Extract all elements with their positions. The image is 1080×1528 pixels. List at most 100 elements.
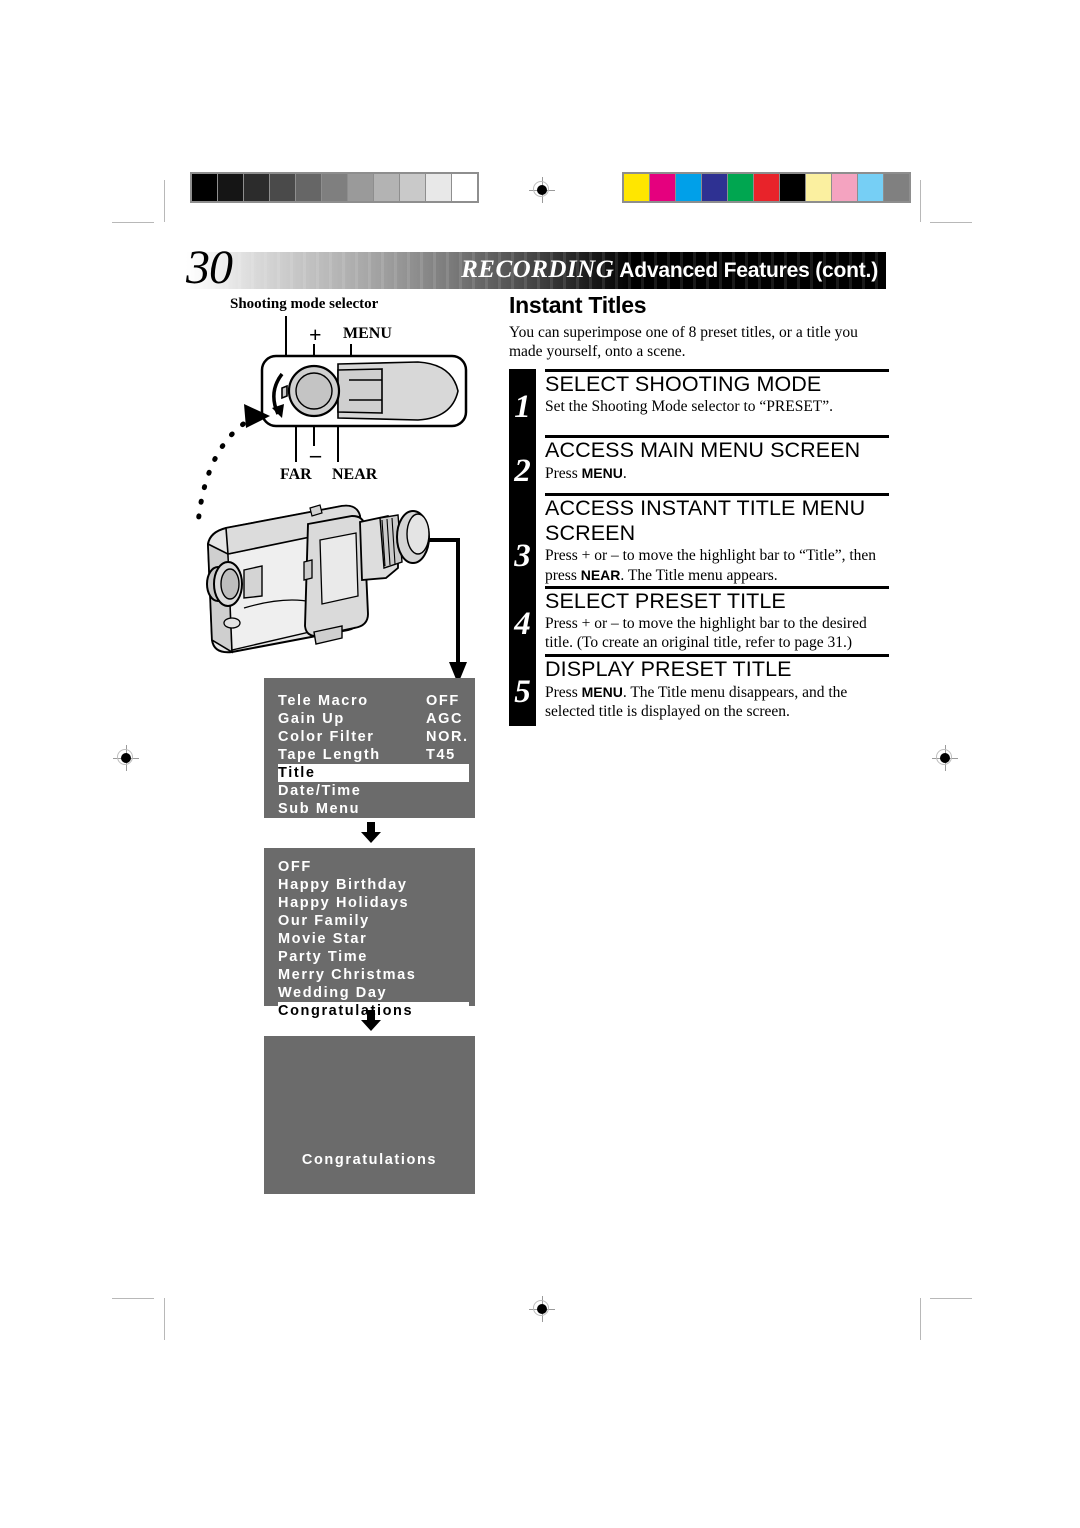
step-5-body: Press MENU. The Title menu disappears, a… xyxy=(545,682,889,721)
step-1-number: 1 xyxy=(514,389,531,425)
color-swatch-3 xyxy=(702,174,728,201)
grayscale-swatch-6 xyxy=(348,174,374,201)
osd-row[interactable]: OFF xyxy=(278,858,469,876)
osd-row-label: Date/Time xyxy=(278,783,362,799)
step-2-body-pre: Press xyxy=(545,465,582,482)
osd-row-label: Happy Holidays xyxy=(278,895,410,911)
grayscale-swatch-4 xyxy=(296,174,322,201)
step-1: 1 SELECT SHOOTING MODE Set the Shooting … xyxy=(509,369,889,435)
step-2-title: ACCESS MAIN MENU SCREEN xyxy=(545,438,861,462)
step-divider xyxy=(545,369,889,372)
osd-row-label: Happy Birthday xyxy=(278,877,408,893)
osd-row[interactable]: Gain Up AGC xyxy=(278,710,469,728)
color-swatch-6 xyxy=(780,174,806,201)
title-display-result-screen: Congratulations xyxy=(264,1036,475,1194)
step-divider xyxy=(545,586,889,589)
color-swatch-0 xyxy=(624,174,650,201)
registration-target-top xyxy=(529,177,555,203)
crop-mark-top-right-horizontal xyxy=(930,222,972,223)
step-2-body: Press MENU. xyxy=(545,463,889,484)
grayscale-swatch-9 xyxy=(426,174,452,201)
osd-row[interactable]: Party Time xyxy=(278,948,469,966)
osd-row[interactable]: Wedding Day xyxy=(278,984,469,1002)
osd-row[interactable]: Color Filter NOR. xyxy=(278,728,469,746)
osd-row-label: Title xyxy=(278,765,316,781)
step-5: 5 DISPLAY PRESET TITLE Press MENU. The T… xyxy=(509,654,889,726)
step-divider xyxy=(545,435,889,438)
step-2-body-keyword: MENU xyxy=(581,465,623,481)
osd-row[interactable]: Our Family xyxy=(278,912,469,930)
step-2-number: 2 xyxy=(514,453,531,489)
crop-mark-bottom-right-vertical xyxy=(920,1298,921,1340)
osd-row[interactable]: Merry Christmas xyxy=(278,966,469,984)
registration-target-bottom xyxy=(529,1296,555,1322)
step-4-title: SELECT PRESET TITLE xyxy=(545,589,786,613)
step-5-title: DISPLAY PRESET TITLE xyxy=(545,657,792,681)
step-3-body: Press + or – to move the highlight bar t… xyxy=(545,546,889,585)
osd-row-label: Tele Macro xyxy=(278,693,369,709)
grayscale-swatch-3 xyxy=(270,174,296,201)
osd-row-list: Tele Macro OFF Gain Up AGC Color Filter NOR. T… xyxy=(278,692,469,818)
page-title: RECORDING Advanced Features (cont.) xyxy=(461,256,878,284)
grayscale-swatch-1 xyxy=(218,174,244,201)
osd-row-label: Congratulations xyxy=(278,1003,414,1019)
step-4-body: Press + or – to move the highlight bar t… xyxy=(545,615,867,651)
section-heading: Instant Titles xyxy=(509,292,647,318)
osd-row[interactable]: Happy Holidays xyxy=(278,894,469,912)
registration-target-left xyxy=(113,745,139,771)
step-1-title: SELECT SHOOTING MODE xyxy=(545,372,822,396)
osd-row[interactable]: Happy Birthday xyxy=(278,876,469,894)
main-menu-screen: Tele Macro OFF Gain Up AGC Color Filter NOR. T… xyxy=(264,678,475,818)
step-5-number: 5 xyxy=(514,674,531,710)
osd-row-label: Color Filter xyxy=(278,729,375,745)
osd-row-highlighted[interactable]: Title xyxy=(278,764,469,782)
intro-block: Instant Titles You can superimpose one o… xyxy=(509,292,889,361)
crop-mark-top-left-horizontal xyxy=(112,222,154,223)
osd-row[interactable]: Date/Time xyxy=(278,782,469,800)
osd-row-value: T45 xyxy=(426,747,456,763)
instant-title-menu-screen: OFF Happy Birthday Happy Holidays Our Famil… xyxy=(264,848,475,1037)
osd-row-label: Tape Length xyxy=(278,747,381,763)
registration-target-right xyxy=(932,745,958,771)
osd-row[interactable]: Tele Macro OFF xyxy=(278,692,469,710)
page-number: 30 xyxy=(186,241,233,294)
grayscale-swatch-10 xyxy=(452,174,477,201)
step-2: 2 ACCESS MAIN MENU SCREEN Press MENU. xyxy=(509,435,889,493)
osd-row[interactable]: Movie Star xyxy=(278,930,469,948)
header-section-name: RECORDING xyxy=(461,256,615,283)
crop-mark-top-right-vertical xyxy=(920,180,921,222)
grayscale-calibration-bar xyxy=(190,172,479,203)
step-4: 4 SELECT PRESET TITLE Press + or – to mo… xyxy=(509,586,889,654)
color-swatch-7 xyxy=(806,174,832,201)
grayscale-swatch-7 xyxy=(374,174,400,201)
osd-row-label: Wedding Day xyxy=(278,985,388,1001)
crop-mark-bottom-right-horizontal xyxy=(930,1298,972,1299)
step-3-body-post: . The Title menu appears. xyxy=(620,566,778,584)
step-divider xyxy=(545,493,889,496)
osd-row-value: OFF xyxy=(426,693,460,709)
osd-row-label: Our Family xyxy=(278,913,370,929)
step-2-body-post: . xyxy=(622,465,627,482)
step-5-body-pre: Press xyxy=(545,684,582,701)
step-5-body-keyword: MENU xyxy=(581,684,623,700)
osd-row[interactable]: Tape Length T45 xyxy=(278,746,469,764)
color-swatch-5 xyxy=(754,174,780,201)
color-swatch-10 xyxy=(884,174,909,201)
color-swatch-8 xyxy=(832,174,858,201)
step-3: 3 ACCESS INSTANT TITLE MENU SCREEN Press… xyxy=(509,493,889,586)
osd-row-label: Gain Up xyxy=(278,711,345,727)
crop-mark-bottom-left-vertical xyxy=(164,1298,165,1340)
osd-row-label: Merry Christmas xyxy=(278,967,417,983)
grayscale-swatch-2 xyxy=(244,174,270,201)
header-subsection-name: Advanced Features (cont.) xyxy=(619,259,878,282)
osd-row-label: Movie Star xyxy=(278,931,368,947)
osd-row-label: OFF xyxy=(278,859,312,875)
displayed-title-text: Congratulations xyxy=(301,1152,438,1168)
osd-row-value: NOR. xyxy=(426,729,469,745)
color-swatch-9 xyxy=(858,174,884,201)
page-header: 30 RECORDING Advanced Features (cont.) xyxy=(186,244,886,292)
osd-row-label: Party Time xyxy=(278,949,368,965)
step-3-body-keyword: NEAR xyxy=(580,566,621,583)
step-3-title: ACCESS INSTANT TITLE MENU SCREEN xyxy=(545,496,866,545)
osd-row[interactable]: Sub Menu xyxy=(278,800,469,818)
